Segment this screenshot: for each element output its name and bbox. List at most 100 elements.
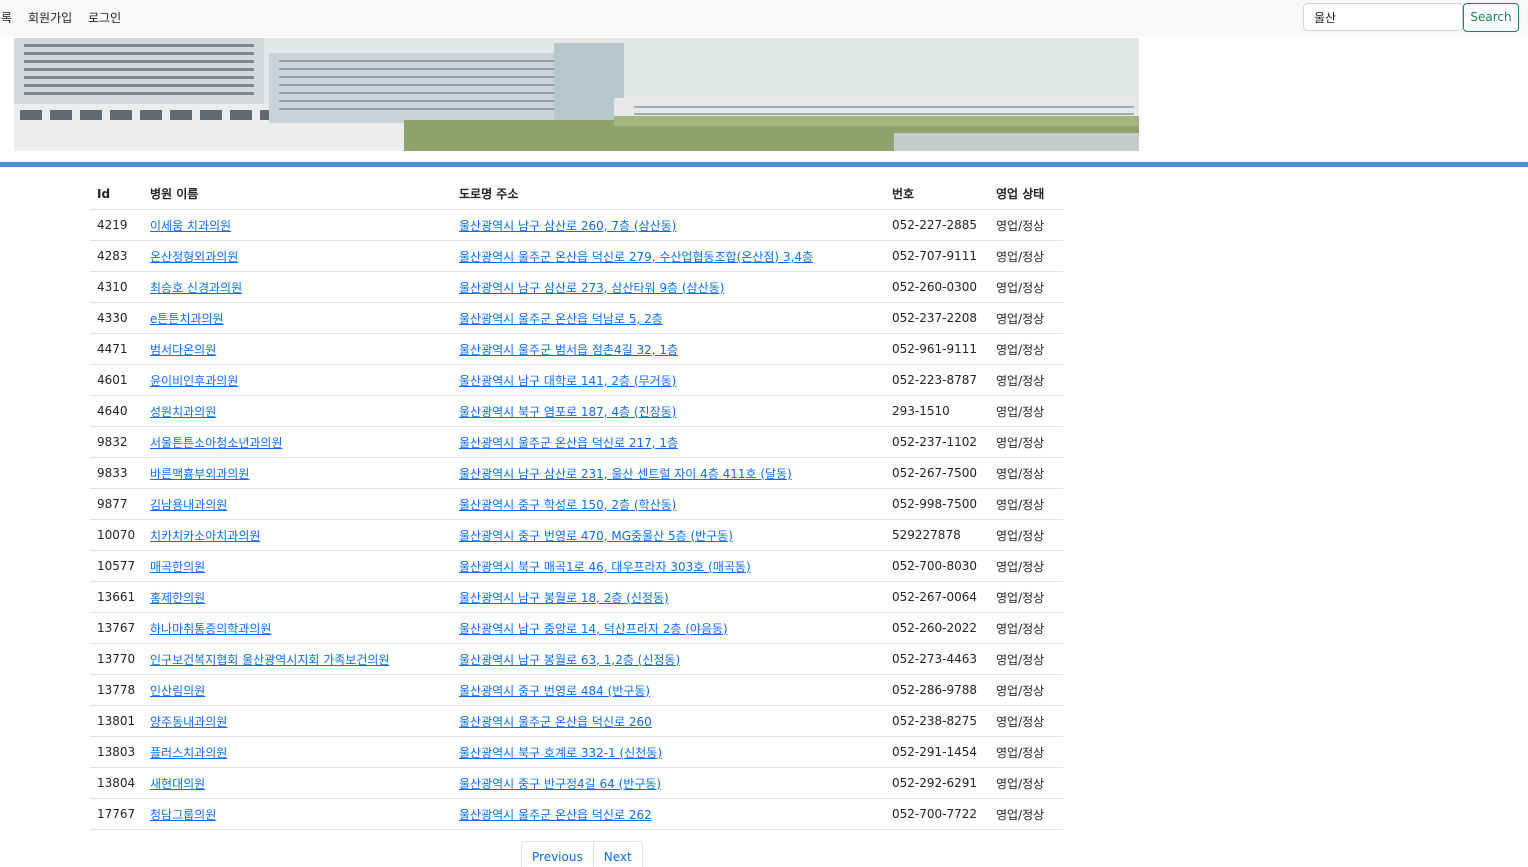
table-cell: 울산광역시 남구 대학로 141, 2층 (무거동): [452, 364, 885, 396]
road-address-link[interactable]: 울산광역시 중구 학성로 150, 2층 (학산동): [459, 498, 676, 512]
road-address-link[interactable]: 울산광역시 남구 봉월로 63, 1,2층 (신정동): [459, 653, 680, 667]
road-address-link[interactable]: 울산광역시 울주군 온산읍 덕신로 260: [459, 715, 652, 729]
table-row: 13804 새현대의원 울산광역시 중구 반구정4길 64 (반구동) 052-292…: [90, 767, 1063, 799]
previous-page-button[interactable]: Previous: [522, 842, 593, 867]
cell-business-status: 영업/정상: [989, 643, 1063, 675]
cell-phone: 052-273-4463: [885, 643, 989, 675]
hospital-name-link[interactable]: 윤이비인후과의원: [150, 374, 238, 388]
cell-id: 13803: [90, 736, 143, 768]
hospital-name-link[interactable]: 플러스치과의원: [150, 746, 227, 760]
table-cell: 온산정형외과의원: [143, 240, 452, 272]
cell-id: 4640: [90, 395, 143, 427]
hospital-name-link[interactable]: 이세움 치과의원: [150, 219, 231, 233]
hospital-name-link[interactable]: 청담그룹의원: [150, 808, 216, 822]
cell-id: 4283: [90, 240, 143, 272]
road-address-link[interactable]: 울산광역시 울주군 온산읍 덕남로 5, 2층: [459, 312, 663, 326]
hospital-name-link[interactable]: 홍제한의원: [150, 591, 205, 605]
table-cell: 인산림의원: [143, 674, 452, 706]
cell-phone: 052-267-0064: [885, 581, 989, 613]
cell-id: 13804: [90, 767, 143, 799]
road-address-link[interactable]: 울산광역시 울주군 범서읍 점촌4길 32, 1층: [459, 343, 678, 357]
hospital-name-link[interactable]: 인산림의원: [150, 684, 205, 698]
cell-business-status: 영업/정상: [989, 519, 1063, 551]
cell-business-status: 영업/정상: [989, 364, 1063, 396]
table-cell: 울산광역시 남구 삼산로 273, 삼산타워 9층 (삼산동): [452, 271, 885, 303]
hospital-name-link[interactable]: 김남용내과의원: [150, 498, 227, 512]
cell-phone: 052-260-2022: [885, 612, 989, 644]
cell-business-status: 영업/정상: [989, 488, 1063, 520]
road-address-link[interactable]: 울산광역시 남구 삼산로 260, 7층 (삼산동): [459, 219, 676, 233]
table-cell: 새현대의원: [143, 767, 452, 799]
cell-business-status: 영업/정상: [989, 581, 1063, 613]
cell-phone: 052-292-6291: [885, 767, 989, 799]
table-cell: 울산광역시 중구 반구정4길 64 (반구동): [452, 767, 885, 799]
cell-business-status: 영업/정상: [989, 240, 1063, 272]
road-address-link[interactable]: 울산광역시 남구 삼산로 231, 울산 센트럴 자이 4층 411호 (달동): [459, 467, 792, 481]
table-row: 4330 e튼튼치과의원 울산광역시 울주군 온산읍 덕남로 5, 2층 052-23…: [90, 302, 1063, 334]
table-cell: 윤이비인후과의원: [143, 364, 452, 396]
table-cell: 하나마취통증의학과의원: [143, 612, 452, 644]
road-address-link[interactable]: 울산광역시 남구 봉월로 18, 2층 (신정동): [459, 591, 669, 605]
road-address-link[interactable]: 울산광역시 중구 번영로 484 (반구동): [459, 684, 650, 698]
cell-phone: 052-700-7722: [885, 798, 989, 830]
hospital-name-link[interactable]: 양주동내과의원: [150, 715, 227, 729]
table-cell: 울산광역시 남구 중앙로 14, 덕산프라자 2층 (야음동): [452, 612, 885, 644]
cell-phone: 052-223-8787: [885, 364, 989, 396]
table-cell: 울산광역시 남구 삼산로 231, 울산 센트럴 자이 4층 411호 (달동): [452, 457, 885, 489]
table-cell: 인구보건복지협회 울산광역시지회 가족보건의원: [143, 643, 452, 675]
cell-business-status: 영업/정상: [989, 271, 1063, 303]
next-page-button[interactable]: Next: [592, 842, 642, 867]
table-row: 10577 매곡한의원 울산광역시 북구 매곡1로 46, 대우프라자 303호 (…: [90, 550, 1063, 582]
hospital-name-link[interactable]: 범서다온의원: [150, 343, 216, 357]
road-address-link[interactable]: 울산광역시 남구 삼산로 273, 삼산타워 9층 (삼산동): [459, 281, 724, 295]
road-address-link[interactable]: 울산광역시 남구 대학로 141, 2층 (무거동): [459, 374, 676, 388]
hospital-name-link[interactable]: 온산정형외과의원: [150, 250, 238, 264]
road-address-link[interactable]: 울산광역시 중구 번영로 470, MG중울산 5층 (반구동): [459, 529, 733, 543]
navbar: 등록 회원가입 로그인 Search: [0, 0, 1528, 36]
cell-business-status: 영업/정상: [989, 612, 1063, 644]
hospital-name-link[interactable]: 하나마취통증의학과의원: [150, 622, 271, 636]
nav-login-link[interactable]: 로그인: [88, 9, 121, 26]
table-cell: 플러스치과의원: [143, 736, 452, 768]
cell-business-status: 영업/정상: [989, 426, 1063, 458]
table-cell: 울산광역시 북구 염포로 187, 4층 (진장동): [452, 395, 885, 427]
road-address-link[interactable]: 울산광역시 북구 호계로 332-1 (신천동): [459, 746, 662, 760]
table-row: 17767 청담그룹의원 울산광역시 울주군 온산읍 덕신로 262 052-700-…: [90, 798, 1063, 830]
cell-id: 4330: [90, 302, 143, 334]
cell-phone: 052-291-1454: [885, 736, 989, 768]
cell-id: 13801: [90, 705, 143, 737]
road-address-link[interactable]: 울산광역시 북구 염포로 187, 4층 (진장동): [459, 405, 676, 419]
hospital-name-link[interactable]: 인구보건복지협회 울산광역시지회 가족보건의원: [150, 653, 389, 667]
table-cell: 최승호 신경과의원: [143, 271, 452, 303]
hospital-name-link[interactable]: 매곡한의원: [150, 560, 205, 574]
road-address-link[interactable]: 울산광역시 울주군 온산읍 덕신로 262: [459, 808, 652, 822]
hospital-name-link[interactable]: 치카치카소아치과의원: [150, 529, 260, 543]
table-cell: 울산광역시 울주군 온산읍 덕신로 262: [452, 798, 885, 830]
cell-phone: 052-260-0300: [885, 271, 989, 303]
cell-phone: 529227878: [885, 519, 989, 551]
nav-signup-link[interactable]: 회원가입: [28, 9, 72, 26]
table-row: 4601 윤이비인후과의원 울산광역시 남구 대학로 141, 2층 (무거동) 05…: [90, 364, 1063, 396]
hospital-name-link[interactable]: 새현대의원: [150, 777, 205, 791]
table-cell: 울산광역시 중구 번영로 470, MG중울산 5층 (반구동): [452, 519, 885, 551]
hospital-name-link[interactable]: e튼튼치과의원: [150, 312, 224, 326]
table-cell: 울산광역시 남구 봉월로 18, 2층 (신정동): [452, 581, 885, 613]
road-address-link[interactable]: 울산광역시 중구 반구정4길 64 (반구동): [459, 777, 661, 791]
table-cell: 서울튼튼소아청소년과의원: [143, 426, 452, 458]
nav-register-link[interactable]: 등록: [0, 9, 12, 26]
road-address-link[interactable]: 울산광역시 북구 매곡1로 46, 대우프라자 303호 (매곡동): [459, 560, 751, 574]
road-address-link[interactable]: 울산광역시 남구 중앙로 14, 덕산프라자 2층 (야음동): [459, 622, 728, 636]
search-input[interactable]: [1303, 3, 1463, 31]
table-body: 4219 이세움 치과의원 울산광역시 남구 삼산로 260, 7층 (삼산동) 05…: [90, 209, 1063, 830]
cell-business-status: 영업/정상: [989, 457, 1063, 489]
hospital-name-link[interactable]: 바른맥흉부외과의원: [150, 467, 249, 481]
search-button[interactable]: Search: [1463, 3, 1519, 32]
table-row: 4310 최승호 신경과의원 울산광역시 남구 삼산로 273, 삼산타워 9층 (…: [90, 271, 1063, 303]
hospital-name-link[interactable]: 성원치과의원: [150, 405, 216, 419]
table-header-row: Id 병원 이름 도로명 주소 번호 영업 상태: [90, 178, 1063, 210]
hospital-name-link[interactable]: 최승호 신경과의원: [150, 281, 242, 295]
table-row: 13801 양주동내과의원 울산광역시 울주군 온산읍 덕신로 260 052-238…: [90, 705, 1063, 737]
road-address-link[interactable]: 울산광역시 울주군 온산읍 덕신로 217, 1층: [459, 436, 678, 450]
hospital-name-link[interactable]: 서울튼튼소아청소년과의원: [150, 436, 282, 450]
road-address-link[interactable]: 울산광역시 울주군 온산읍 덕신로 279, 수산업협동조합(온산점) 3,4층: [459, 250, 813, 264]
